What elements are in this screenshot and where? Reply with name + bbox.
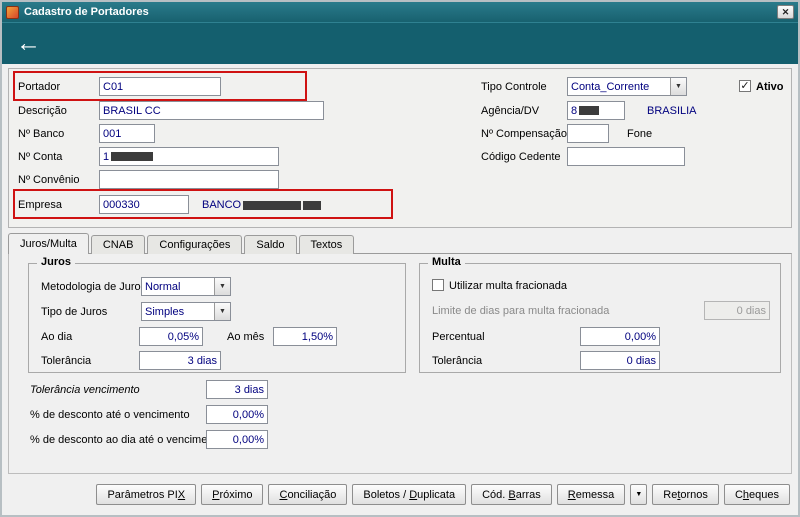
convenio-label: Nº Convênio [18, 174, 80, 186]
conta-input[interactable]: 1 [99, 147, 279, 166]
metodologia-label: Metodologia de Juros [41, 281, 147, 293]
tipo-controle-select[interactable]: Conta_Corrente ▼ [567, 77, 687, 96]
close-icon[interactable]: ✕ [777, 5, 794, 19]
agencia-input[interactable]: 8 [567, 101, 625, 120]
empresa-label: Empresa [18, 199, 63, 211]
ao-mes-input[interactable]: 1,50% [273, 327, 337, 346]
chevron-down-icon[interactable]: ▼ [214, 278, 230, 295]
desconto-ate-label: % de desconto até o vencimento [30, 409, 190, 421]
fone-label: Fone [627, 128, 653, 140]
cedente-label: Código Cedente [481, 151, 561, 163]
ao-dia-input[interactable]: 0,05% [139, 327, 203, 346]
button-cheques[interactable]: Cheques [723, 484, 790, 505]
tolerancia-multa-label: Tolerância [432, 355, 483, 367]
multa-fracionada-checkbox[interactable] [432, 279, 444, 291]
desconto-ate-input[interactable]: 0,00% [206, 405, 268, 424]
tab-strip: Juros/Multa CNAB Configurações Saldo Textos [8, 233, 356, 254]
portador-input[interactable]: C01 [99, 77, 221, 96]
multa-group-title: Multa [428, 256, 465, 268]
tipo-juros-label: Tipo de Juros [41, 306, 108, 318]
empresa-input[interactable]: 000330 [99, 195, 189, 214]
ao-mes-label: Ao mês [227, 331, 265, 343]
ativo-label: Ativo [756, 81, 784, 93]
multa-fracionada-label: Utilizar multa fracionada [449, 280, 567, 292]
portador-label: Portador [18, 81, 61, 93]
convenio-input[interactable] [99, 170, 279, 189]
metodologia-select[interactable]: Normal ▼ [141, 277, 231, 296]
app-icon [6, 5, 19, 19]
tolerancia-multa-input[interactable]: 0 dias [580, 351, 660, 370]
conta-redaction [111, 152, 154, 161]
title-bar: Cadastro de Portadores ✕ [2, 2, 798, 22]
conta-label: Nº Conta [18, 151, 63, 163]
tolerancia-vencimento-label: Tolerância vencimento [30, 384, 140, 396]
window-title: Cadastro de Portadores [24, 6, 149, 18]
tolerancia-juros-label: Tolerância [41, 355, 92, 367]
button-remessa-dropdown-icon[interactable]: ▼ [630, 484, 648, 505]
tab-cnab[interactable]: CNAB [90, 235, 146, 254]
banco-label: Nº Banco [18, 128, 65, 140]
cedente-input[interactable] [567, 147, 685, 166]
ao-dia-label: Ao dia [41, 331, 73, 343]
empresa-bank-name: BANCO [202, 199, 322, 211]
tab-juros-multa[interactable]: Juros/Multa [8, 233, 89, 254]
button-boletos-duplicata[interactable]: Boletos / Duplicata [352, 484, 467, 505]
descricao-input[interactable]: BRASIL CC [99, 101, 324, 120]
limite-dias-input: 0 dias [704, 301, 770, 320]
banco-input[interactable]: 001 [99, 124, 155, 143]
descricao-label: Descrição [18, 105, 67, 117]
header-band: ← [2, 22, 798, 64]
agencia-label: Agência/DV [481, 105, 540, 117]
empresa-redaction-2 [303, 200, 322, 210]
button-remessa[interactable]: Remessa [556, 484, 626, 505]
button-bar: Parâmetros PIX Próximo Conciliação Boletos … [8, 484, 790, 506]
button-concilia-o[interactable]: Conciliação [268, 484, 348, 505]
desconto-ao-dia-label: % de desconto ao dia até o vencimento [30, 434, 223, 446]
tab-textos[interactable]: Textos [298, 235, 355, 254]
ativo-checkbox[interactable]: ✓ [739, 80, 751, 92]
button-pr-ximo[interactable]: Próximo [201, 484, 264, 505]
check-icon: ✓ [740, 80, 750, 92]
tab-saldo[interactable]: Saldo [244, 235, 297, 254]
agencia-city-label: BRASILIA [647, 105, 697, 117]
chevron-down-icon[interactable]: ▼ [670, 78, 686, 95]
percentual-input[interactable]: 0,00% [580, 327, 660, 346]
percentual-label: Percentual [432, 331, 485, 343]
agencia-redaction [579, 106, 600, 115]
tipo-controle-label: Tipo Controle [481, 81, 547, 93]
compensacao-label: Nº Compensação [481, 128, 567, 140]
juros-group-title: Juros [37, 256, 75, 268]
tolerancia-vencimento-input[interactable]: 3 dias [206, 380, 268, 399]
back-arrow-icon[interactable]: ← [16, 26, 41, 60]
tab-configura-es[interactable]: Configurações [147, 235, 243, 254]
button-retornos[interactable]: Retornos [652, 484, 719, 505]
tolerancia-juros-input[interactable]: 3 dias [139, 351, 221, 370]
chevron-down-icon[interactable]: ▼ [214, 303, 230, 320]
tipo-juros-select[interactable]: Simples ▼ [141, 302, 231, 321]
juros-groupbox: Juros Metodologia de Juros Normal ▼ Tipo… [28, 256, 406, 373]
button-c-d-barras[interactable]: Cód. Barras [471, 484, 552, 505]
multa-groupbox: Multa Utilizar multa fracionada Limite d… [419, 256, 781, 373]
window-cadastro-portadores: Cadastro de Portadores ✕ ← Portador C01 … [0, 0, 800, 517]
button-par-metros-pix[interactable]: Parâmetros PIX [96, 484, 197, 505]
compensacao-input[interactable] [567, 124, 609, 143]
desconto-ao-dia-input[interactable]: 0,00% [206, 430, 268, 449]
empresa-redaction [243, 200, 302, 210]
limite-dias-label: Limite de dias para multa fracionada [432, 305, 610, 317]
